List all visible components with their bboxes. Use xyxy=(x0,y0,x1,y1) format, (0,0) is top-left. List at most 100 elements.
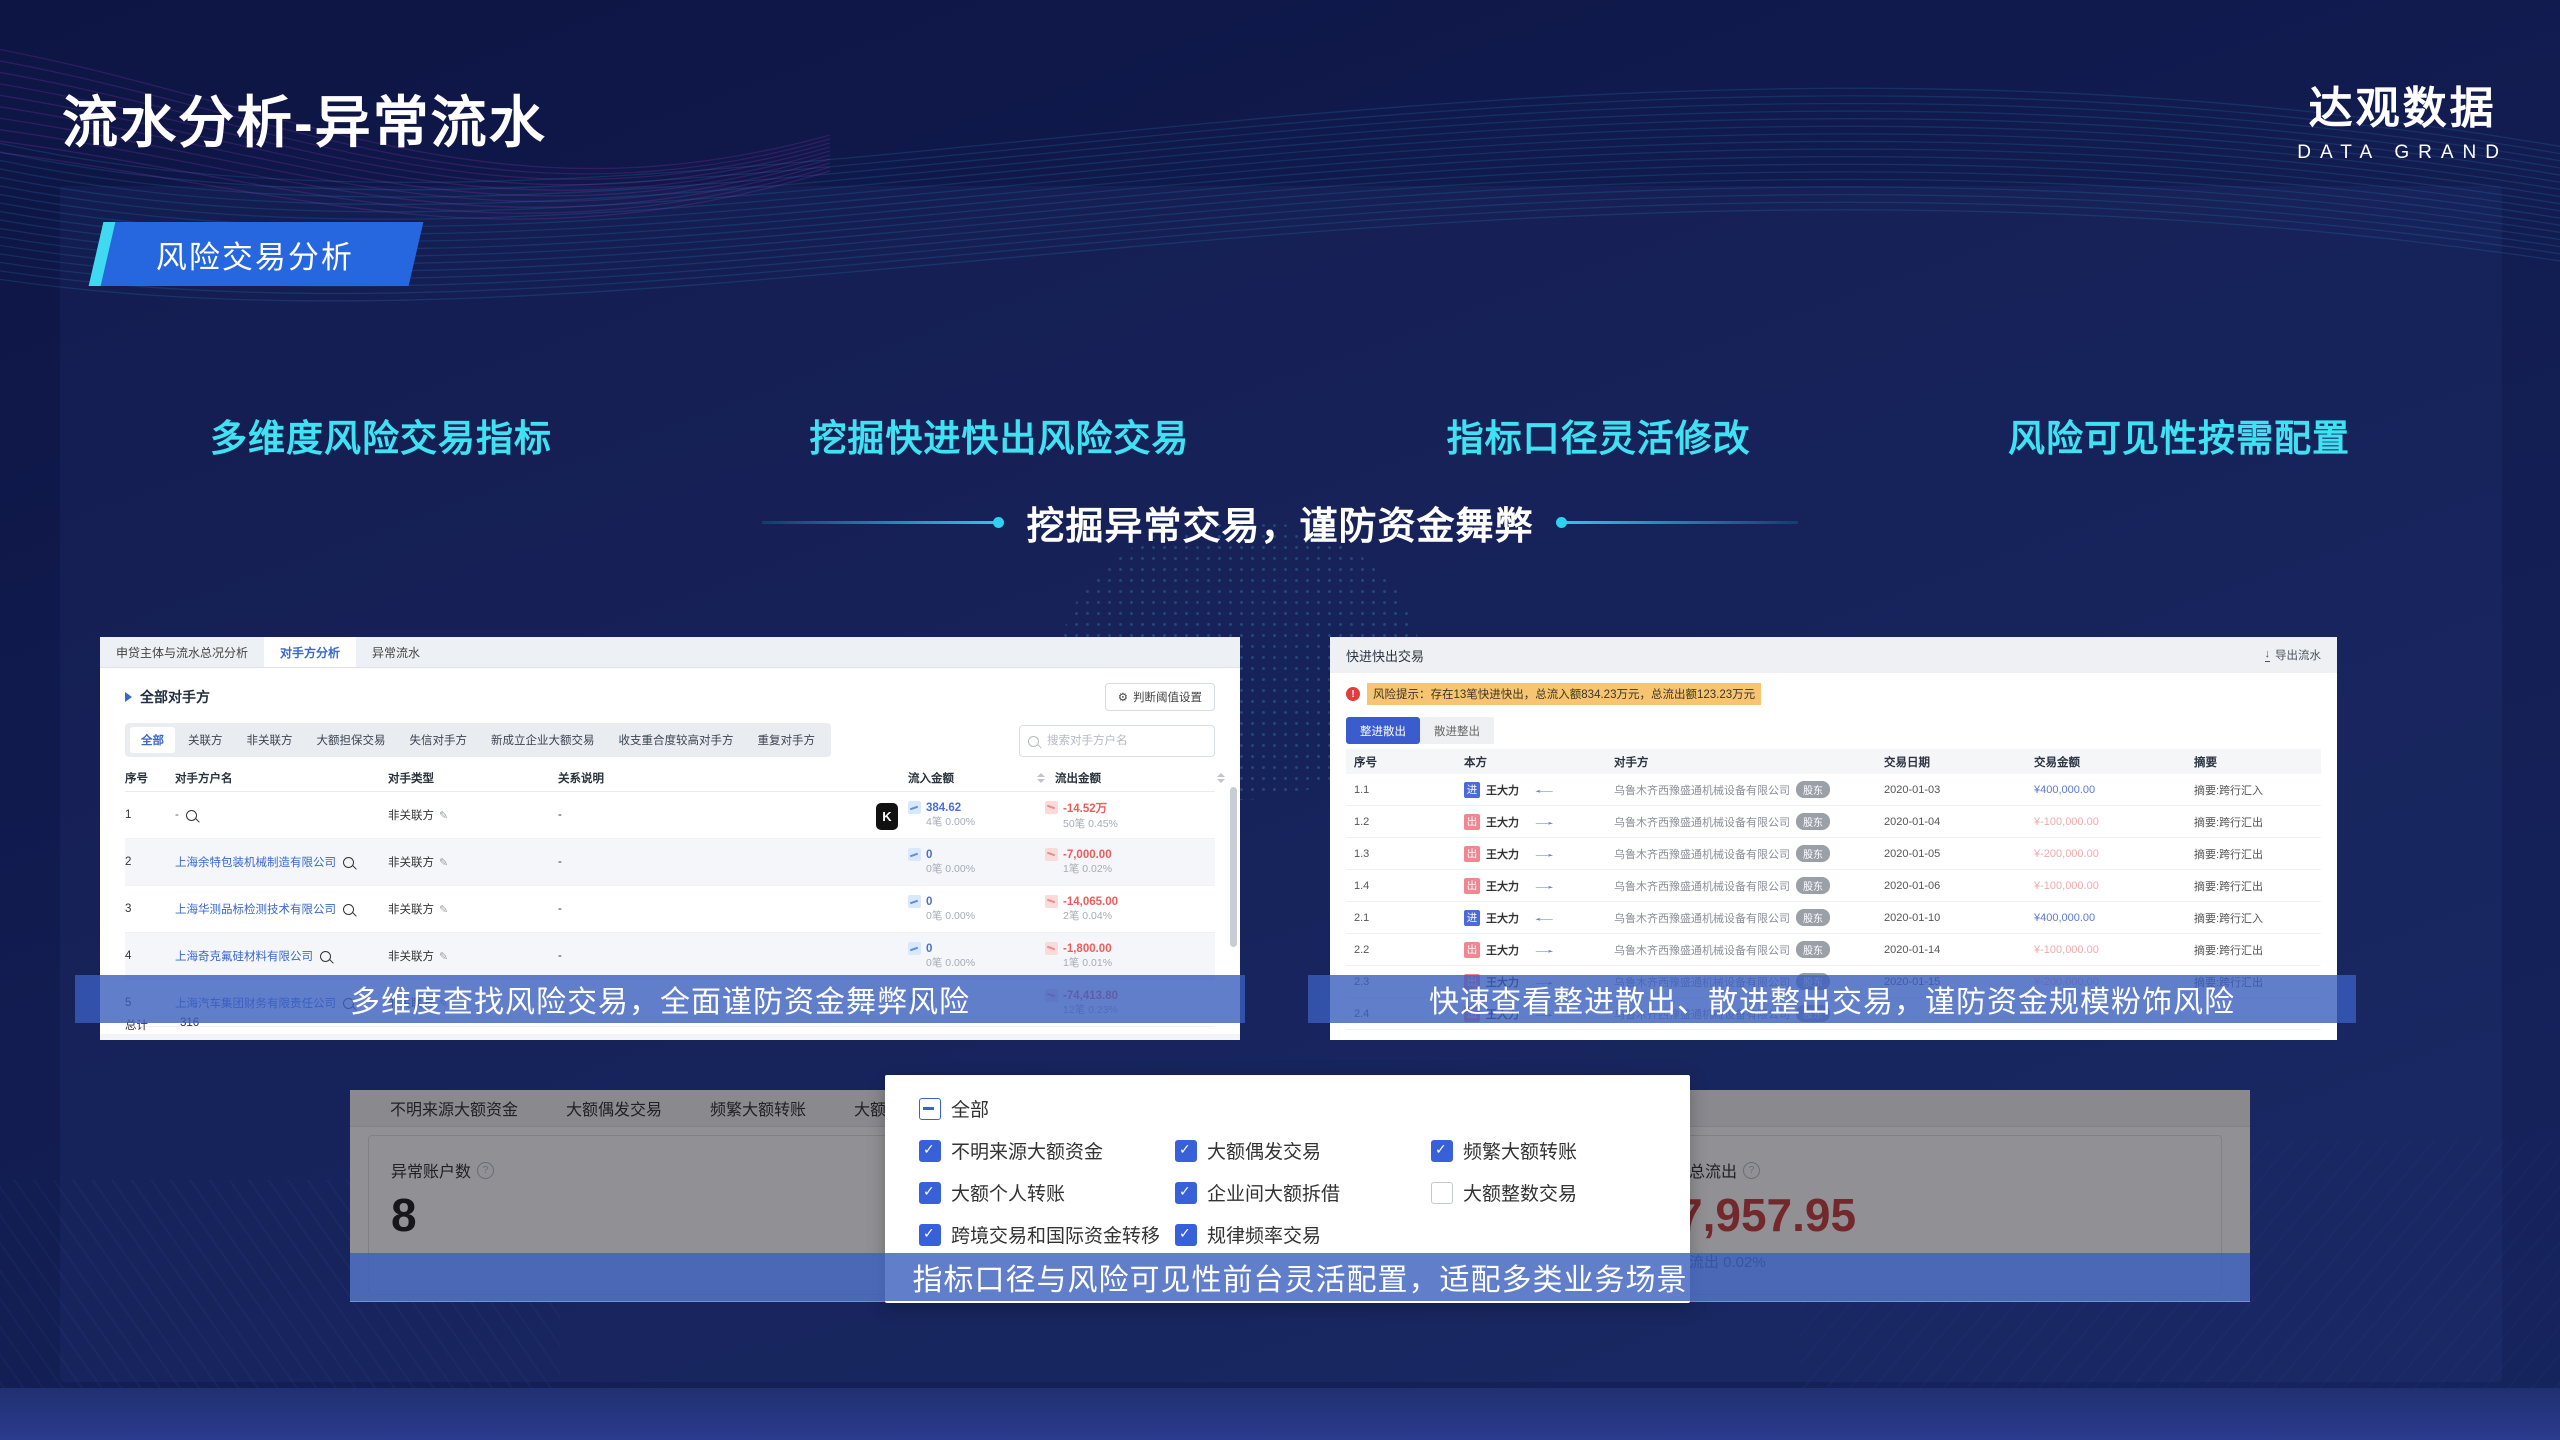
search-icon[interactable] xyxy=(320,951,331,962)
shareholder-tag: 股东 xyxy=(1796,845,1830,862)
scrollbar[interactable] xyxy=(1230,787,1237,947)
section-title: 全部对手方 xyxy=(140,687,210,707)
export-flow-button[interactable]: ↓ 导出流水 xyxy=(2265,647,2322,663)
slide-header: 流水分析-异常流水 达观数据 DATA GRAND xyxy=(0,0,2560,180)
edit-icon[interactable]: ✎ xyxy=(439,950,448,963)
counterparty-link[interactable]: 上海华测品标检测技术有限公司 xyxy=(175,901,336,917)
tab-loan-subject-analysis[interactable]: 申贷主体与流水总况分析 xyxy=(100,637,264,667)
flow-arrow-icon: → xyxy=(1530,880,1559,892)
brand-logo-cn: 达观数据 xyxy=(2297,72,2508,136)
filter-dishonest[interactable]: 失信对手方 xyxy=(399,727,479,753)
mode-scatter-in-whole-out[interactable]: 散进整出 xyxy=(1420,717,1494,744)
search-icon[interactable] xyxy=(343,857,354,868)
filter-all[interactable]: 全部 xyxy=(130,727,175,753)
table-row: 2.2 出王大力→ 乌鲁木齐西豫盛通机械设备有限公司股东 2020-01-14 … xyxy=(1346,934,2321,966)
checkbox-all[interactable] xyxy=(919,1098,941,1120)
flow-arrow-icon: → xyxy=(1530,848,1559,860)
table-row: 4 上海奇克氟硅材料有限公司 非关联方✎ - 0 0笔 0.00% -1,800… xyxy=(125,933,1215,980)
direction-badge: 出 xyxy=(1464,814,1480,830)
checkbox[interactable] xyxy=(919,1140,941,1162)
table-row: 1.4 出王大力→ 乌鲁木齐西豫盛通机械设备有限公司股东 2020-01-06 … xyxy=(1346,870,2321,902)
sort-icon[interactable] xyxy=(1217,773,1225,783)
flow-arrow-icon: → xyxy=(1530,944,1559,956)
feature-item: 指标口径灵活修改 xyxy=(1447,408,1751,462)
sort-icon[interactable] xyxy=(1037,773,1045,783)
shareholder-tag: 股东 xyxy=(1796,909,1830,926)
table-row: 1.2 出王大力→ 乌鲁木齐西豫盛通机械设备有限公司股东 2020-01-04 … xyxy=(1346,806,2321,838)
flow-arrow-icon: → xyxy=(1530,816,1559,828)
inflow-trend-icon xyxy=(908,848,921,861)
search-input[interactable] xyxy=(1045,734,1179,748)
brand-logo: 达观数据 DATA GRAND xyxy=(2297,72,2508,164)
checkbox[interactable] xyxy=(1431,1182,1453,1204)
search-icon[interactable] xyxy=(186,810,197,821)
direction-badge: 出 xyxy=(1464,846,1480,862)
outflow-trend-icon xyxy=(1045,942,1058,955)
table-row: 2.1 进王大力← 乌鲁木齐西豫盛通机械设备有限公司股东 2020-01-10 … xyxy=(1346,902,2321,934)
bottom-caption-bar: 指标口径与风险可见性前台灵活配置，适配多类业务场景 xyxy=(350,1253,2250,1301)
counterparty-link[interactable]: 上海余特包装机械制造有限公司 xyxy=(175,854,336,870)
checkbox[interactable] xyxy=(1175,1224,1197,1246)
table-header: 序号 对手方户名 对手类型 关系说明 流入金额 流出金额 xyxy=(125,765,1215,792)
tab-abnormal-flow[interactable]: 异常流水 xyxy=(356,637,436,667)
shareholder-tag: 股东 xyxy=(1796,813,1830,830)
table-header: 序号 本方 对手方 交易日期 交易金额 摘要 xyxy=(1346,749,2321,774)
indicator-options-grid: 不明来源大额资金 大额偶发交易 频繁大额转账 大额个人转账 企业间大额拆借 大额… xyxy=(919,1137,1671,1248)
counterparty-link[interactable]: 上海奇克氟硅材料有限公司 xyxy=(175,948,313,964)
footer-band xyxy=(0,1388,2560,1440)
section-badge-label: 风险交易分析 xyxy=(156,232,354,277)
tagline: 挖掘异常交易，谨防资金舞弊 xyxy=(0,495,2560,550)
download-icon: ↓ xyxy=(2265,649,2271,662)
tab-counterparty-analysis[interactable]: 对手方分析 xyxy=(264,637,356,667)
outflow-trend-icon xyxy=(1045,848,1058,861)
filter-high-overlap[interactable]: 收支重合度较高对手方 xyxy=(608,727,745,753)
inflow-trend-icon xyxy=(908,801,921,814)
search-box xyxy=(1019,725,1215,757)
search-icon xyxy=(1028,736,1039,747)
checkbox[interactable] xyxy=(1175,1182,1197,1204)
shareholder-tag: 股东 xyxy=(1796,941,1830,958)
filter-unrelated[interactable]: 非关联方 xyxy=(236,727,304,753)
filter-new-company[interactable]: 新成立企业大额交易 xyxy=(480,727,606,753)
panel-header: 快进快出交易 ↓ 导出流水 xyxy=(1330,637,2337,673)
gear-icon: ⚙ xyxy=(1118,690,1128,704)
tagline-connector-left xyxy=(762,521,1000,524)
direction-badge: 出 xyxy=(1464,878,1480,894)
counterparty-link[interactable]: - xyxy=(175,809,179,821)
tagline-text: 挖掘异常交易，谨防资金舞弊 xyxy=(1026,495,1533,550)
checkbox[interactable] xyxy=(919,1224,941,1246)
filter-related[interactable]: 关联方 xyxy=(177,727,234,753)
checkbox[interactable] xyxy=(1175,1140,1197,1162)
feature-item: 多维度风险交易指标 xyxy=(210,408,552,462)
left-caption-bar: 多维度查找风险交易，全面谨防资金舞弊风险 xyxy=(75,975,1245,1023)
slide: 流水分析-异常流水 达观数据 DATA GRAND 风险交易分析 多维度风险交易… xyxy=(0,0,2560,1440)
mode-switch: 整进散出 散进整出 xyxy=(1346,717,1494,744)
page-title: 流水分析-异常流水 xyxy=(62,78,547,159)
mode-whole-in-scatter-out[interactable]: 整进散出 xyxy=(1346,717,1420,744)
feature-list: 多维度风险交易指标 挖掘快进快出风险交易 指标口径灵活修改 风险可见性按需配置 xyxy=(210,408,2350,462)
outflow-trend-icon xyxy=(1045,895,1058,908)
filter-large-guarantee[interactable]: 大额担保交易 xyxy=(306,727,397,753)
edit-icon[interactable]: ✎ xyxy=(439,856,448,869)
edit-icon[interactable]: ✎ xyxy=(439,809,448,822)
risk-alert-text: 风险提示：存在13笔快进快出，总流入额834.23万元，总流出额123.23万元 xyxy=(1367,683,1761,705)
flow-arrow-icon: ← xyxy=(1530,912,1559,924)
cursor-k-badge: K xyxy=(876,803,898,830)
panel-title: 快进快出交易 xyxy=(1346,646,1424,665)
edit-icon[interactable]: ✎ xyxy=(439,903,448,916)
threshold-settings-button[interactable]: ⚙ 判断阈值设置 xyxy=(1105,683,1215,711)
direction-badge: 出 xyxy=(1464,942,1480,958)
inflow-trend-icon xyxy=(908,942,921,955)
search-icon[interactable] xyxy=(343,904,354,915)
expand-caret-icon[interactable] xyxy=(125,692,132,702)
outflow-trend-icon xyxy=(1045,801,1058,814)
filter-duplicate[interactable]: 重复对手方 xyxy=(747,727,827,753)
table-footer-strip xyxy=(100,1034,1240,1040)
table-row: 3 上海华测品标检测技术有限公司 非关联方✎ - 0 0笔 0.00% -14,… xyxy=(125,886,1215,933)
checkbox[interactable] xyxy=(919,1182,941,1204)
checkbox[interactable] xyxy=(1431,1140,1453,1162)
flow-arrow-icon: ← xyxy=(1530,784,1559,796)
inflow-trend-icon xyxy=(908,895,921,908)
table-row: 1.3 出王大力→ 乌鲁木齐西豫盛通机械设备有限公司股东 2020-01-05 … xyxy=(1346,838,2321,870)
direction-badge: 进 xyxy=(1464,782,1480,798)
